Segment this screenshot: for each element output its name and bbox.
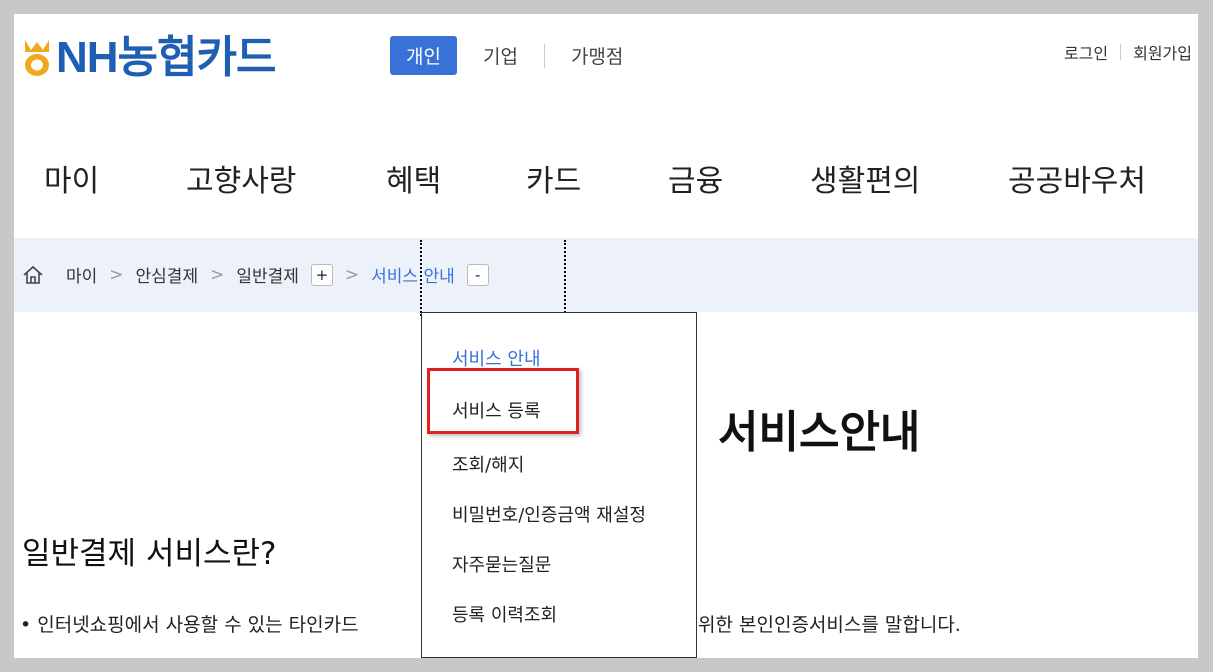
breadcrumb-expand-button[interactable]: + — [310, 263, 333, 286]
utility-links: 로그인 회원가입 — [1064, 40, 1192, 64]
menu-item-service-info[interactable]: 서비스 안내 — [452, 345, 541, 371]
gnb-item-life-convenience[interactable]: 생활편의 — [810, 156, 920, 200]
divider — [1120, 44, 1122, 60]
page-title: 서비스안내 — [718, 407, 921, 458]
gnb-item-finance[interactable]: 금융 — [668, 156, 723, 200]
gnb-item-benefits[interactable]: 혜택 — [386, 156, 441, 200]
breadcrumb-item-safe-payment[interactable]: 안심결제 — [136, 262, 199, 287]
breadcrumb-item-my[interactable]: 마이 — [66, 262, 97, 287]
page-frame: NH농협카드 개인 기업 가맹점 로그인 회원가입 마이 고향사랑 혜택 카드 … — [14, 14, 1198, 658]
breadcrumb-separator: > — [109, 264, 124, 285]
breadcrumb-separator: > — [210, 264, 225, 285]
breadcrumb: 마이 > 안심결제 > 일반결제 + > 서비스 안내 - — [22, 262, 489, 287]
menu-item-service-register[interactable]: 서비스 등록 — [452, 397, 541, 423]
tab-personal[interactable]: 개인 — [390, 36, 457, 75]
menu-item-password-reset[interactable]: 비밀번호/인증금액 재설정 — [452, 501, 646, 527]
signup-link[interactable]: 회원가입 — [1133, 40, 1192, 64]
tab-merchant[interactable]: 가맹점 — [571, 42, 623, 69]
logo-text: NH농협카드 — [56, 33, 276, 82]
breadcrumb-item-general-payment[interactable]: 일반결제 — [236, 262, 299, 287]
gnb-item-public-voucher[interactable]: 공공바우처 — [1008, 156, 1146, 200]
main-navigation: 마이 고향사랑 혜택 카드 금융 생활편의 공공바우처 — [14, 156, 1198, 204]
divider — [543, 43, 545, 68]
breadcrumb-separator: > — [344, 264, 360, 285]
home-icon[interactable] — [22, 264, 44, 286]
login-link[interactable]: 로그인 — [1064, 40, 1108, 64]
section-title: 일반결제 서비스란? — [22, 536, 277, 572]
customer-type-tabs: 개인 기업 가맹점 — [390, 36, 623, 75]
nh-logo-icon — [25, 40, 49, 76]
nh-card-logo[interactable]: NH농협카드 — [22, 30, 276, 86]
breadcrumb-dropdown-menu: 서비스 안내 서비스 등록 조회/해지 비밀번호/인증금액 재설정 자주묻는질문… — [421, 312, 697, 658]
gnb-item-hometown-love[interactable]: 고향사랑 — [186, 156, 296, 200]
menu-item-faq[interactable]: 자주묻는질문 — [452, 551, 551, 577]
breadcrumb-collapse-button[interactable]: - — [466, 263, 489, 286]
menu-item-inquiry-cancel[interactable]: 조회/해지 — [452, 451, 524, 477]
menu-item-registration-history[interactable]: 등록 이력조회 — [452, 601, 557, 627]
description-text: • 인터넷쇼핑에서 사용할 수 있는 타인카드 — [20, 614, 359, 636]
breadcrumb-item-service-info[interactable]: 서비스 안내 — [371, 262, 455, 287]
description-text-continued: 위한 본인인증서비스를 말합니다. — [698, 614, 961, 636]
tab-business[interactable]: 기업 — [483, 42, 518, 69]
gnb-item-card[interactable]: 카드 — [526, 156, 581, 200]
gnb-item-my[interactable]: 마이 — [44, 156, 99, 200]
